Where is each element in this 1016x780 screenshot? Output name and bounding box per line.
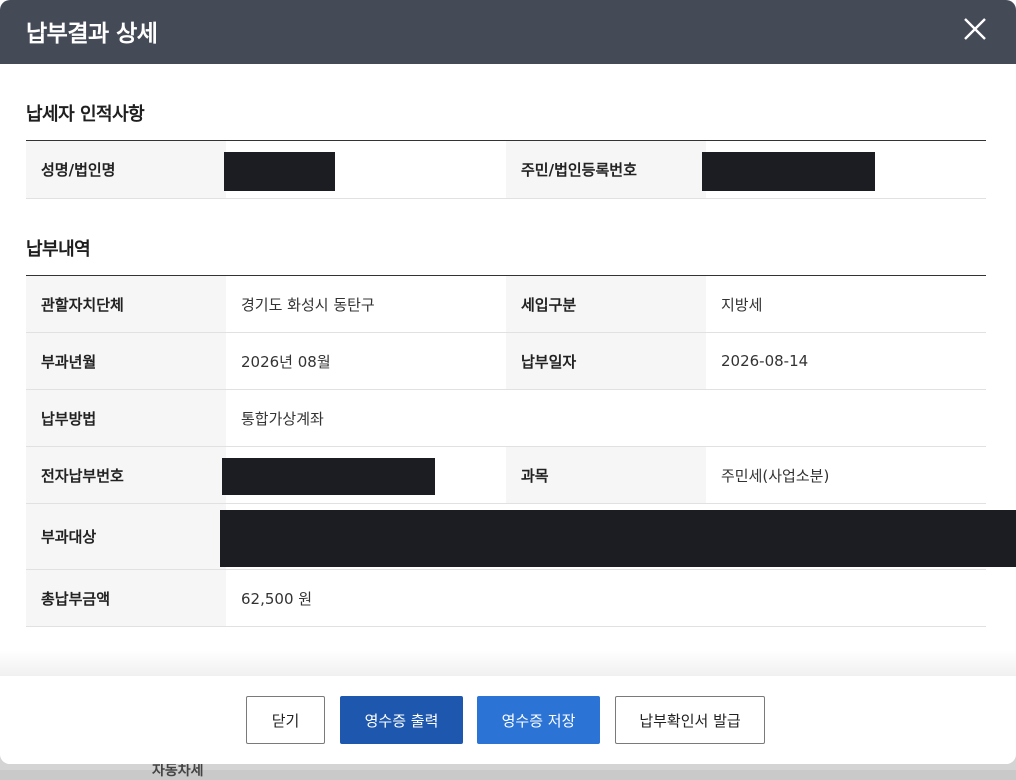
revenue-type-label: 세입구분 [506, 276, 706, 332]
levy-month-value: 2026년 08월 [226, 333, 506, 389]
dialog-header: 납부결과 상세 [0, 0, 1016, 64]
print-receipt-button[interactable]: 영수증 출력 [340, 696, 463, 744]
save-receipt-button[interactable]: 영수증 저장 [477, 696, 600, 744]
close-button[interactable]: 닫기 [246, 696, 325, 744]
name-label: 성명/법인명 [26, 141, 226, 198]
name-value [224, 141, 506, 198]
taxpayer-section-title: 납세자 인적사항 [26, 104, 145, 125]
pay-method-value: 통합가상계좌 [226, 390, 986, 446]
authority-value: 경기도 화성시 동탄구 [226, 276, 506, 332]
issue-confirmation-button[interactable]: 납부확인서 발급 [615, 696, 765, 744]
pay-date-label: 납부일자 [506, 333, 706, 389]
table-row: 총납부금액 62,500 원 [26, 570, 986, 627]
taxpayer-table: 성명/법인명 주민/법인등록번호 [26, 140, 986, 199]
levy-month-label: 부과년월 [26, 333, 226, 389]
revenue-type-value: 지방세 [706, 276, 986, 332]
close-icon[interactable] [958, 12, 992, 46]
table-row: 관할자치단체 경기도 화성시 동탄구 세입구분 지방세 [26, 276, 986, 333]
pay-method-label: 납부방법 [26, 390, 226, 446]
table-row: 납부방법 통합가상계좌 [26, 390, 986, 447]
table-row: 부과년월 2026년 08월 납부일자 2026-08-14 [26, 333, 986, 390]
pay-date-value: 2026-08-14 [706, 333, 986, 389]
e-pay-number-label: 전자납부번호 [26, 447, 226, 503]
redacted-levy-target [220, 510, 1016, 567]
id-number-value [702, 141, 986, 198]
redacted-name [224, 152, 335, 191]
levy-target-value [220, 504, 1016, 569]
table-row: 성명/법인명 주민/법인등록번호 [26, 141, 986, 199]
total-amount-label: 총납부금액 [26, 570, 226, 626]
table-row: 전자납부번호 과목 주민세(사업소분) [26, 447, 986, 504]
dialog-footer: 닫기 영수증 출력 영수증 저장 납부확인서 발급 [0, 676, 1016, 764]
table-row: 부과대상 [26, 504, 1016, 570]
dialog-title: 납부결과 상세 [26, 21, 158, 47]
id-number-label: 주민/법인등록번호 [506, 141, 706, 198]
levy-target-label: 부과대상 [26, 504, 226, 569]
payment-result-dialog: 납부결과 상세 납세자 인적사항 성명/법인명 주민/법인등록번호 납부내역 관… [0, 0, 1016, 764]
total-amount-value: 62,500 원 [226, 570, 986, 626]
payment-table: 관할자치단체 경기도 화성시 동탄구 세입구분 지방세 부과년월 2026년 0… [26, 275, 1016, 627]
footer-shadow [0, 650, 1016, 676]
payment-section-title: 납부내역 [26, 239, 91, 260]
authority-label: 관할자치단체 [26, 276, 226, 332]
e-pay-number-value [222, 447, 506, 503]
tax-item-value: 주민세(사업소분) [706, 447, 986, 503]
redacted-id-number [702, 152, 875, 191]
redacted-e-pay-number [222, 458, 435, 495]
tax-item-label: 과목 [506, 447, 706, 503]
